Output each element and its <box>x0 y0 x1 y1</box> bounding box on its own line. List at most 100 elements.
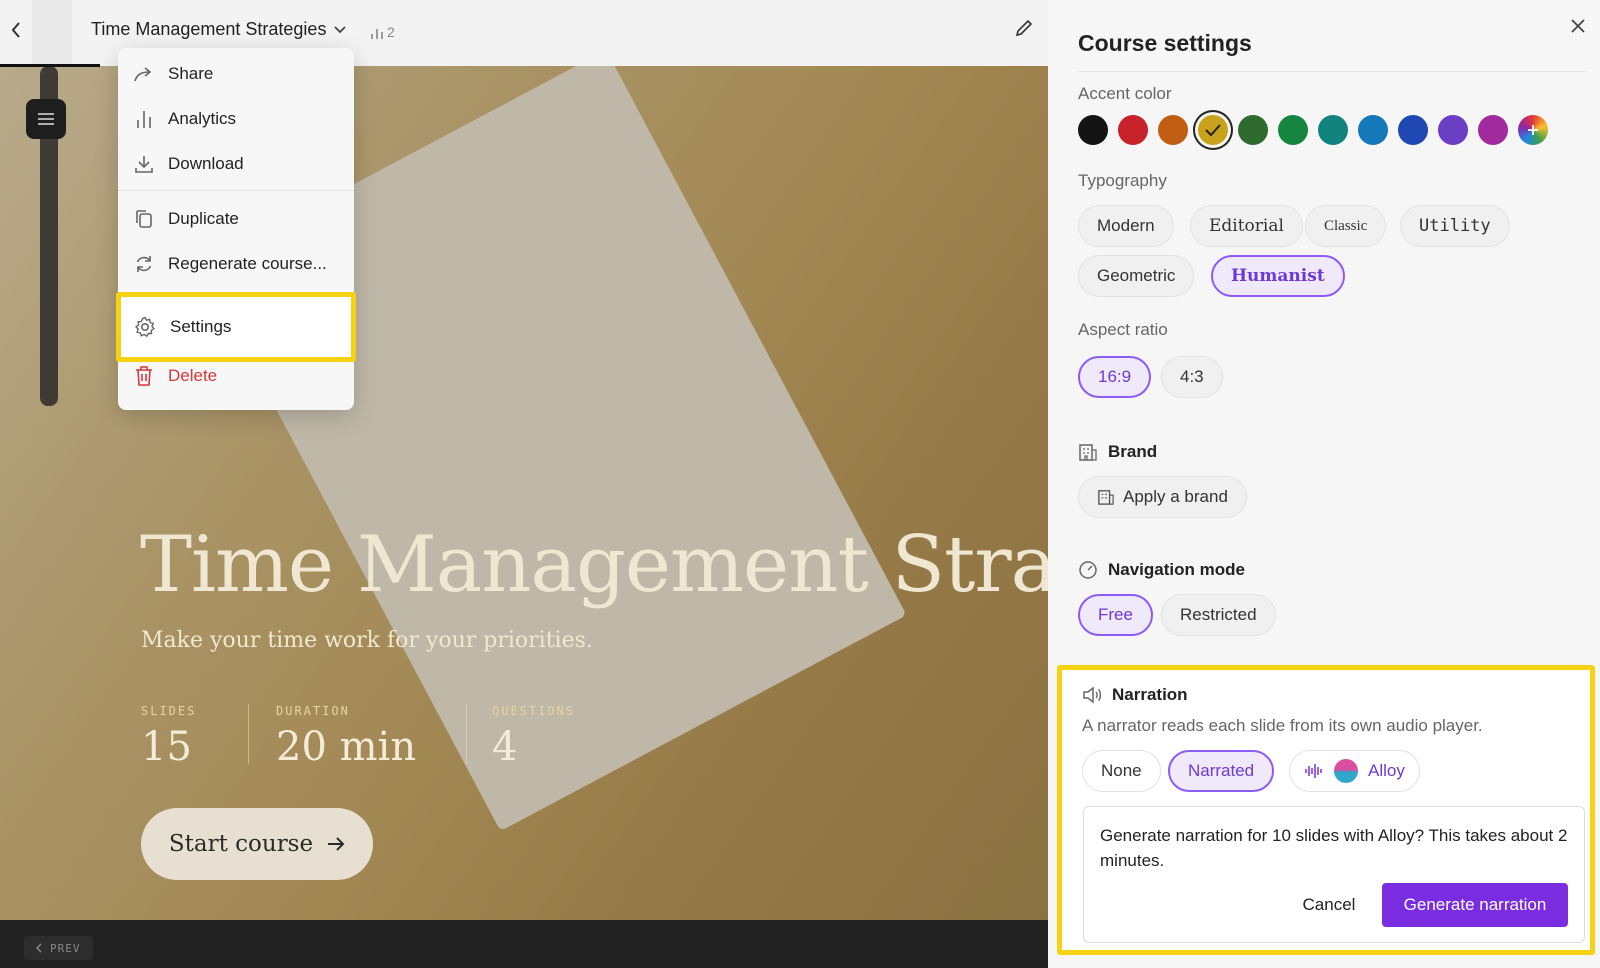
narration-confirm-dialog: Generate narration for 10 slides with Al… <box>1083 806 1585 943</box>
menu-item-label: Share <box>168 64 214 83</box>
brand-label: Brand <box>1108 442 1158 461</box>
voice-selector[interactable]: Alloy <box>1289 750 1420 792</box>
menu-item-label: Duplicate <box>168 209 239 228</box>
accent-swatch[interactable] <box>1118 115 1148 145</box>
stat-questions: QUESTIONS 4 <box>492 704 575 770</box>
accent-swatch[interactable] <box>1158 115 1188 145</box>
gauge-icon <box>1079 561 1097 579</box>
accent-swatch[interactable] <box>1198 115 1228 145</box>
narration-section: Narration A narrator reads each slide fr… <box>1057 665 1595 955</box>
typography-option-humanist[interactable]: Humanist <box>1211 255 1345 297</box>
generate-narration-button[interactable]: Generate narration <box>1382 883 1568 927</box>
course-title-menu-button[interactable]: Time Management Strategies <box>91 19 347 40</box>
menu-item-label: Regenerate course... <box>168 254 327 273</box>
stat-label: QUESTIONS <box>492 704 576 718</box>
download-icon <box>135 156 153 173</box>
typography-option-classic[interactable]: Classic <box>1305 205 1387 247</box>
accent-swatch[interactable] <box>1238 115 1268 145</box>
back-button[interactable] <box>0 0 32 60</box>
course-title: Time Management Strategies <box>91 19 327 39</box>
accent-swatch[interactable] <box>1358 115 1388 145</box>
menu-item-duplicate[interactable]: Duplicate <box>118 197 354 241</box>
stat-value: 4 <box>492 724 518 770</box>
speaker-icon <box>1083 686 1102 704</box>
typography-option-utility[interactable]: Utility <box>1400 205 1510 247</box>
aspect-ratio-label: Aspect ratio <box>1078 320 1168 339</box>
checkmark-icon <box>1205 124 1221 136</box>
hero-title: Time Management Strategies <box>140 520 1048 610</box>
narration-option-narrated[interactable]: Narrated <box>1168 750 1275 792</box>
progress-line <box>0 64 100 67</box>
narration-description: A narrator reads each slide from its own… <box>1082 716 1483 735</box>
menu-item-share[interactable]: Share <box>118 52 354 96</box>
navigation-label: Navigation mode <box>1108 560 1245 579</box>
analytics-count: 2 <box>387 24 395 40</box>
start-course-label: Start course <box>168 831 314 857</box>
narration-label: Narration <box>1112 685 1188 704</box>
aspect-option-4-3[interactable]: 4:3 <box>1161 356 1223 398</box>
arrow-right-icon <box>328 837 345 851</box>
accent-swatch[interactable] <box>1478 115 1508 145</box>
outline-menu-button[interactable] <box>26 99 66 139</box>
menu-item-label: Analytics <box>168 109 237 128</box>
stat-label: SLIDES <box>141 704 197 718</box>
voice-avatar <box>1334 759 1358 783</box>
menu-item-download[interactable]: Download <box>118 142 354 186</box>
aspect-option-16-9[interactable]: 16:9 <box>1078 356 1152 398</box>
narration-option-none[interactable]: None <box>1082 750 1161 792</box>
chevron-down-icon <box>334 25 347 33</box>
stat-value: 20 min <box>276 724 417 770</box>
menu-item-analytics[interactable]: Analytics <box>118 97 354 141</box>
confirm-message: Generate narration for 10 slides with Al… <box>1100 826 1568 870</box>
bar-chart-icon <box>137 111 151 128</box>
analytics-indicator[interactable]: 2 <box>370 24 395 40</box>
menu-item-regenerate[interactable]: Regenerate course... <box>118 242 354 286</box>
accent-color-label: Accent color <box>1078 84 1172 103</box>
custom-color-plus-icon[interactable] <box>1518 115 1548 145</box>
typography-option-editorial[interactable]: Editorial <box>1190 205 1303 247</box>
typography-label: Typography <box>1078 171 1167 190</box>
trash-icon <box>136 366 152 386</box>
nav-option-restricted[interactable]: Restricted <box>1161 594 1276 636</box>
share-icon <box>134 67 152 82</box>
apply-brand-button[interactable]: Apply a brand <box>1078 476 1247 518</box>
building-icon <box>1079 444 1097 461</box>
stat-divider <box>248 704 249 764</box>
hamburger-icon <box>38 113 54 125</box>
close-icon[interactable] <box>1570 14 1586 40</box>
course-menu: Share Analytics Download Duplicate Regen… <box>116 48 356 410</box>
divider <box>1078 71 1586 72</box>
stat-slides: SLIDES 15 <box>141 704 196 770</box>
accent-swatch[interactable] <box>1278 115 1308 145</box>
chevron-left-icon <box>11 22 20 38</box>
thumbnail-strip <box>32 0 72 64</box>
stat-value: 15 <box>141 724 192 770</box>
stat-label: DURATION <box>276 704 350 718</box>
typography-option-geometric[interactable]: Geometric <box>1078 255 1195 297</box>
accent-swatch[interactable] <box>1438 115 1468 145</box>
menu-item-delete[interactable]: Delete <box>118 354 354 398</box>
prev-label: PREV <box>50 941 81 955</box>
accent-swatch[interactable] <box>1398 115 1428 145</box>
accent-swatch[interactable] <box>1318 115 1348 145</box>
narration-heading: Narration <box>1082 685 1188 705</box>
course-editor: Time Management Strategies 2 Time Manage… <box>0 0 1048 968</box>
brand-heading: Brand <box>1078 442 1157 462</box>
hero-subtitle: Make your time work for your priorities. <box>141 628 593 653</box>
waveform-icon <box>1305 764 1322 778</box>
bottom-bar <box>0 920 1048 968</box>
voice-name: Alloy <box>1368 761 1405 780</box>
nav-option-free[interactable]: Free <box>1078 594 1153 636</box>
cancel-button[interactable]: Cancel <box>1288 883 1370 927</box>
menu-item-settings[interactable]: Settings <box>116 292 356 362</box>
start-course-button[interactable]: Start course <box>141 808 373 880</box>
building-icon <box>1098 490 1114 505</box>
typography-option-modern[interactable]: Modern <box>1078 205 1174 247</box>
pencil-icon[interactable] <box>1014 18 1034 43</box>
duplicate-icon <box>136 210 152 228</box>
menu-item-label: Delete <box>168 366 218 385</box>
apply-brand-label: Apply a brand <box>1123 487 1228 506</box>
prev-button[interactable]: PREV <box>24 936 93 960</box>
accent-swatch[interactable] <box>1078 115 1108 145</box>
stat-divider <box>466 704 467 764</box>
